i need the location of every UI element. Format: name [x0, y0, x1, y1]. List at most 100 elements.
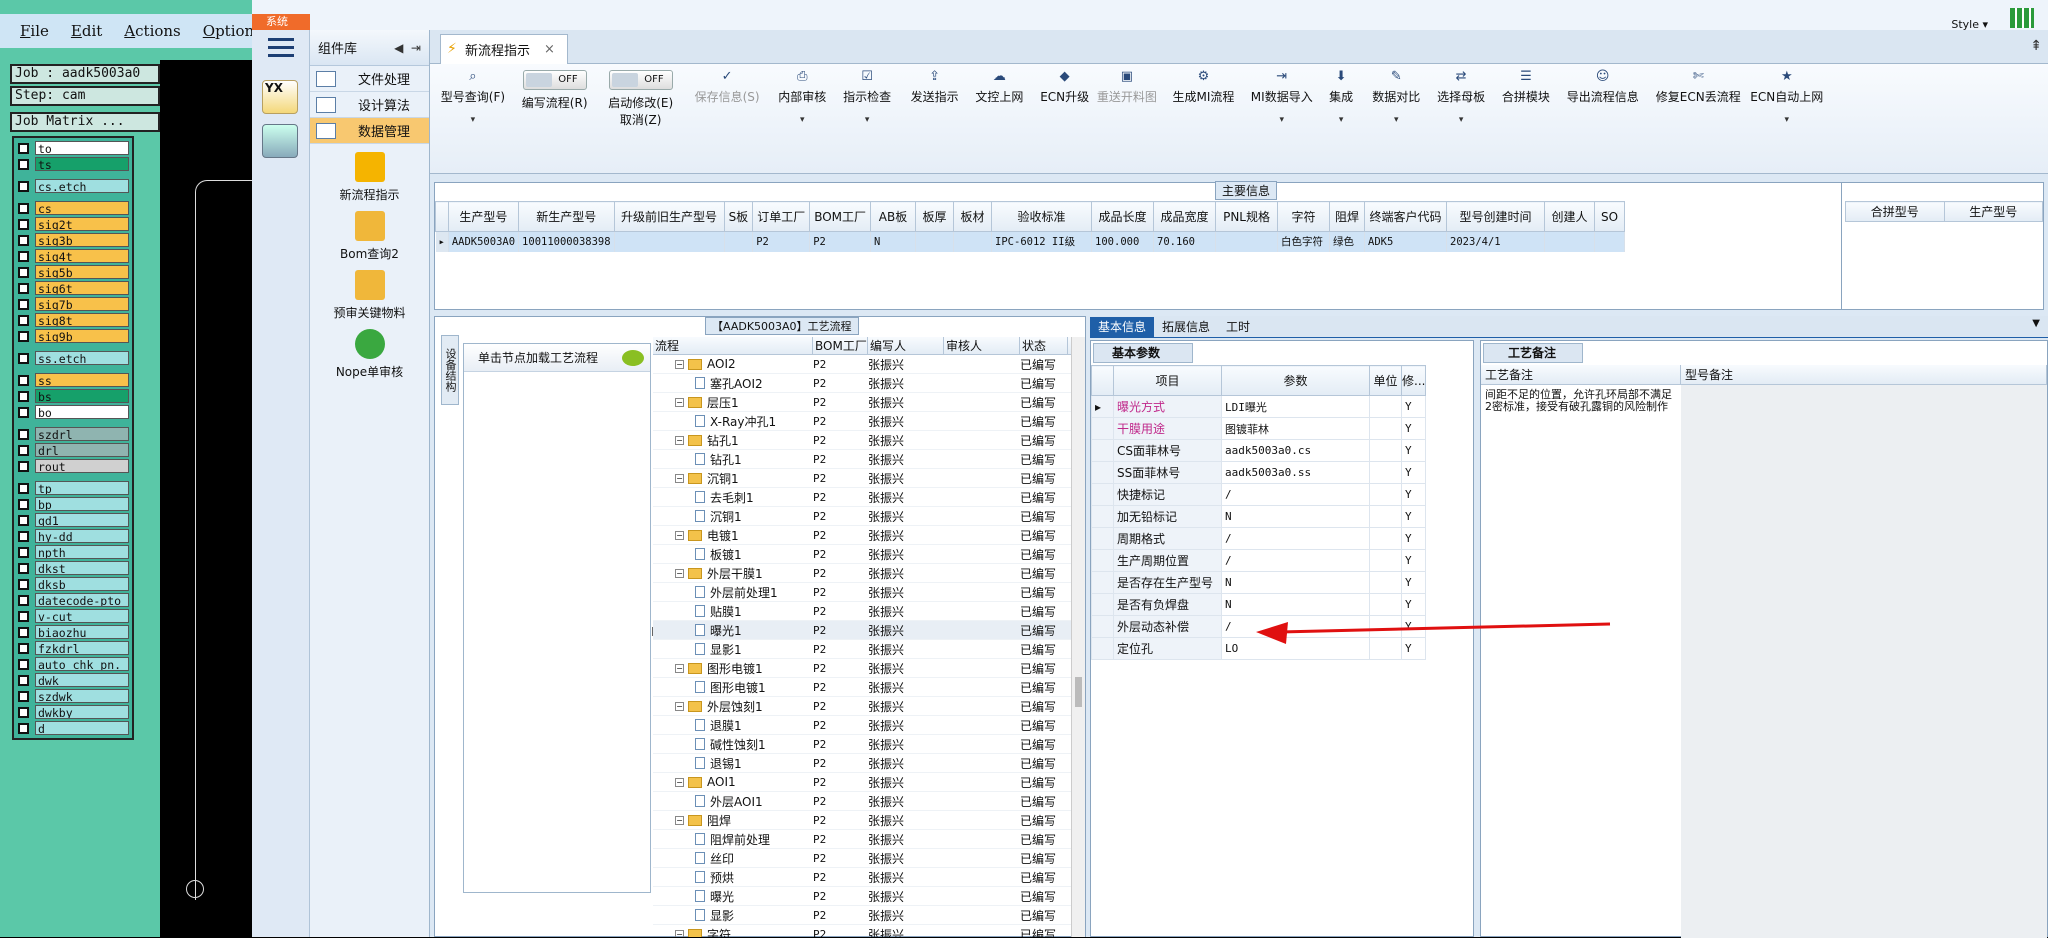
layer-checkbox[interactable] [18, 330, 29, 342]
layer-checkbox[interactable] [18, 594, 29, 606]
equipment-structure-tab[interactable]: 设备结构 [441, 335, 459, 405]
table-row[interactable]: ▸ AADK5003A0 10011000038398 P2 P2 N IPC-6012 I… [435, 231, 1626, 252]
tree-node[interactable]: 外层AOI1 [653, 793, 813, 810]
tree-row[interactable]: 外层AOI1 P2 张振兴 已编写 [653, 792, 1083, 811]
layer-checkbox[interactable] [18, 514, 29, 526]
layer-checkbox[interactable] [18, 498, 29, 510]
param-value[interactable]: / [1221, 549, 1370, 572]
process-note-text[interactable]: 间距不足的位置，允许孔环局部不满足2密标准，接受有破孔露铜的风险制作 [1485, 389, 1675, 413]
tree-node[interactable]: − 钻孔1 [653, 432, 813, 449]
tree-scrollbar[interactable] [1071, 337, 1085, 937]
expand-icon[interactable]: − [675, 568, 684, 578]
param-value[interactable]: LO [1221, 637, 1370, 660]
tree-row[interactable]: 钻孔1 P2 张振兴 已编写 [653, 450, 1083, 469]
tree-node[interactable]: 外层前处理1 [653, 584, 813, 601]
layer-row[interactable]: datecode-pto [14, 592, 132, 608]
layer-checkbox[interactable] [18, 674, 29, 686]
layer-row[interactable]: bo [14, 404, 132, 420]
expand-icon[interactable]: − [675, 777, 684, 787]
param-value[interactable]: aadk5003a0.ss [1221, 461, 1370, 484]
layer-row[interactable]: npth [14, 544, 132, 560]
dropdown-arrow-icon[interactable]: ▾ [1329, 115, 1353, 125]
table-cell[interactable]: 白色字符 [1277, 231, 1331, 252]
column-header[interactable]: 升级前旧生产型号 [613, 201, 725, 232]
param-row[interactable]: CS面菲林号 aadk5003a0.cs Y [1091, 439, 1427, 462]
job-matrix-button[interactable]: Job Matrix ... [10, 112, 160, 132]
layer-checkbox[interactable] [18, 610, 29, 622]
table-cell[interactable]: 100.000 [1091, 231, 1155, 252]
tree-node[interactable]: 贴膜1 [653, 603, 813, 620]
column-header[interactable]: 阻焊 [1329, 201, 1366, 232]
param-value[interactable]: / [1221, 615, 1370, 638]
layer-checkbox[interactable] [18, 722, 29, 734]
expand-icon[interactable]: − [675, 435, 684, 445]
layer-row[interactable]: to [14, 140, 132, 156]
column-header[interactable]: 项目 [1113, 365, 1222, 396]
param-row[interactable]: 生产周期位置 / Y [1091, 549, 1427, 572]
layer-row[interactable]: ss [14, 372, 132, 388]
layer-checkbox[interactable] [18, 626, 29, 638]
layer-row[interactable]: drl [14, 442, 132, 458]
tree-node[interactable]: − 外层蚀刻1 [653, 698, 813, 715]
layer-row[interactable]: sig6t [14, 280, 132, 296]
table-cell[interactable]: IPC-6012 II级 [991, 231, 1093, 252]
toggle-switch[interactable]: OFF [522, 70, 587, 90]
column-header[interactable]: 成品宽度 [1153, 201, 1217, 232]
layer-row[interactable]: d [14, 720, 132, 736]
menu-item-edit[interactable]: Edit [71, 22, 102, 40]
ribbon-button[interactable]: ⌕ 型号查询(F) ▾ [441, 70, 505, 126]
component-item[interactable]: 数据管理 [310, 118, 429, 144]
column-header[interactable]: S板 [723, 201, 754, 232]
param-row[interactable]: 加无铅标记 N Y [1091, 505, 1427, 528]
layer-checkbox[interactable] [18, 428, 29, 440]
basic-params-tab[interactable]: 基本参数 [1093, 343, 1193, 363]
table-cell[interactable]: N [870, 231, 917, 252]
layer-row[interactable]: szdwk [14, 688, 132, 704]
close-icon[interactable]: × [544, 42, 555, 57]
tree-row[interactable]: − 电镀1 P2 张振兴 已编写 [653, 526, 1083, 545]
tree-row[interactable]: 显影1 P2 张振兴 已编写 [653, 640, 1083, 659]
tree-node[interactable]: − 字符 [653, 926, 813, 937]
model-note-cell[interactable] [1681, 385, 2047, 938]
ribbon-button[interactable]: ☑ 指示检查 ▾ [843, 70, 891, 126]
param-row[interactable]: SS面菲林号 aadk5003a0.ss Y [1091, 461, 1427, 484]
tool-item[interactable]: 新流程指示 [310, 152, 429, 203]
layer-row[interactable]: tp [14, 480, 132, 496]
tree-row[interactable]: 去毛刺1 P2 张振兴 已编写 [653, 488, 1083, 507]
column-header[interactable]: 修... [1400, 365, 1427, 396]
tree-node[interactable]: − AOI2 [653, 357, 813, 371]
tree-node[interactable]: − 外层干膜1 [653, 565, 813, 582]
layer-checkbox[interactable] [18, 690, 29, 702]
layer-row[interactable]: auto_chk_pn. [14, 656, 132, 672]
tree-row[interactable]: 外层前处理1 P2 张振兴 已编写 [653, 583, 1083, 602]
column-header[interactable]: 验收标准 [991, 201, 1093, 232]
param-value[interactable]: N [1221, 593, 1370, 616]
column-header[interactable]: PNL规格 [1215, 201, 1279, 232]
menu-item-actions[interactable]: Actions [124, 22, 180, 40]
layer-row[interactable]: ts [14, 156, 132, 172]
dropdown-arrow-icon[interactable]: ▾ [1750, 115, 1823, 125]
ribbon-button[interactable]: ⬇ 集成 ▾ [1329, 70, 1353, 126]
tree-column-header[interactable]: 状态 [1020, 337, 1068, 354]
tree-row[interactable]: − 外层蚀刻1 P2 张振兴 已编写 [653, 697, 1083, 716]
column-header[interactable]: SO [1594, 201, 1626, 232]
layer-row[interactable]: sig9b [14, 328, 132, 344]
layer-row[interactable]: biaozhu [14, 624, 132, 640]
ribbon-button[interactable]: ☁ 文控上网 [975, 70, 1023, 105]
ribbon-button[interactable]: OFF 编写流程(R) [522, 70, 588, 111]
tree-row[interactable]: 碱性蚀刻1 P2 张振兴 已编写 [653, 735, 1083, 754]
tree-node[interactable]: 预烘 [653, 869, 813, 886]
info-tab[interactable]: 拓展信息 [1154, 317, 1218, 337]
param-row[interactable]: 定位孔 LO Y [1091, 637, 1427, 660]
ribbon-button[interactable]: ⇥ MI数据导入 ▾ [1251, 70, 1313, 126]
tree-column-header[interactable]: 编写人 [868, 337, 944, 354]
menu-item-file[interactable]: File [20, 22, 49, 40]
tree-node[interactable]: − AOI1 [653, 775, 813, 789]
expand-icon[interactable]: − [675, 359, 684, 369]
param-row[interactable]: 是否有负焊盘 N Y [1091, 593, 1427, 616]
layer-checkbox[interactable] [18, 234, 29, 246]
tree-row[interactable]: 退膜1 P2 张振兴 已编写 [653, 716, 1083, 735]
layer-row[interactable]: sig5b [14, 264, 132, 280]
tree-node[interactable]: − 沉铜1 [653, 470, 813, 487]
param-row[interactable]: 快捷标记 / Y [1091, 483, 1427, 506]
